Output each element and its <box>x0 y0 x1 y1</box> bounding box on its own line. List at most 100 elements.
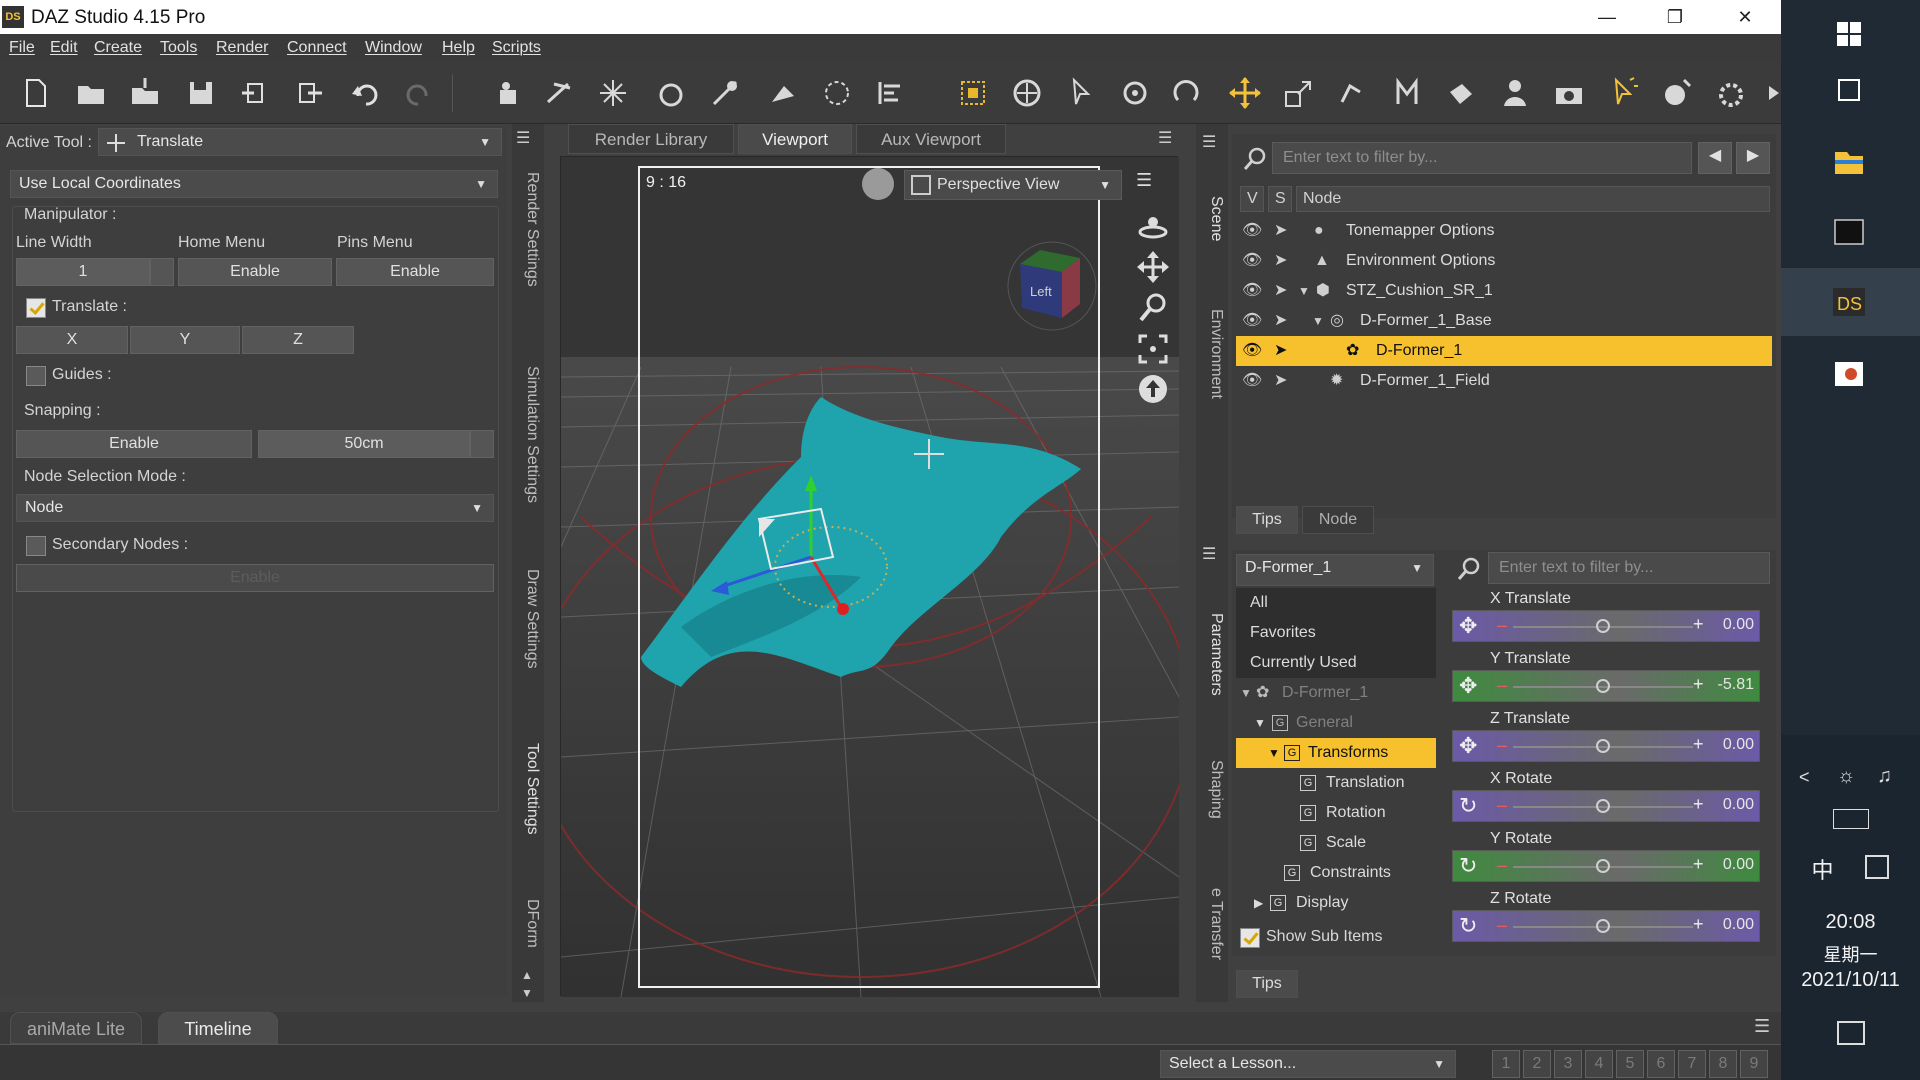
tab-parameters[interactable]: Parameters <box>1199 594 1225 714</box>
line-width-input[interactable]: 1 <box>16 258 150 286</box>
axis-x-button[interactable]: X <box>16 326 128 354</box>
orbit-tool-icon[interactable] <box>1116 74 1154 112</box>
parameter-slider[interactable]: X Rotate ↻ – +0.00 <box>1452 770 1764 830</box>
plus-icon[interactable]: + <box>1693 914 1704 935</box>
visible-eye-icon[interactable]: 👁 <box>1242 366 1262 396</box>
slider-value[interactable]: 0.00 <box>1723 916 1754 934</box>
parameter-slider[interactable]: X Translate ✥ – +0.00 <box>1452 590 1764 650</box>
menu-file[interactable]: File <box>9 39 35 57</box>
menu-tools[interactable]: Tools <box>160 39 197 57</box>
slider-track[interactable]: ✥ – + <box>1452 670 1760 702</box>
menu-edit[interactable]: Edit <box>50 39 78 57</box>
slider-knob[interactable] <box>1596 799 1610 813</box>
tab-render-library[interactable]: Render Library <box>568 124 734 154</box>
parameter-slider[interactable]: Z Translate ✥ – +0.00 <box>1452 710 1764 770</box>
select-arrow-icon[interactable]: ➤ <box>1274 276 1287 306</box>
coordinate-mode-select[interactable]: Use Local Coordinates ▼ <box>10 170 498 198</box>
snapping-stepper[interactable] <box>470 430 494 458</box>
draw-style-icon[interactable] <box>862 168 894 200</box>
align-icon[interactable] <box>872 74 910 112</box>
network-icon[interactable]: ☼ <box>1837 765 1855 788</box>
select-arrow-icon[interactable]: ➤ <box>1274 246 1287 276</box>
snapping-enable-button[interactable]: Enable <box>16 430 252 458</box>
slider-value[interactable]: 0.00 <box>1723 616 1754 634</box>
active-pose-icon[interactable] <box>1332 74 1370 112</box>
visible-eye-icon[interactable]: 👁 <box>1242 336 1262 366</box>
scroll-up-icon[interactable]: ▲ <box>521 968 533 982</box>
surface-selection-icon[interactable] <box>1388 74 1426 112</box>
render-icon[interactable] <box>1712 74 1750 112</box>
axis-z-button[interactable]: Z <box>242 326 354 354</box>
tree-item-node[interactable]: ▼ ✿ D-Former_1 <box>1236 678 1436 708</box>
menu-render[interactable]: Render <box>216 39 268 57</box>
column-selectable[interactable]: S <box>1268 186 1292 212</box>
import-icon[interactable] <box>236 74 274 112</box>
tab-aux-viewport[interactable]: Aux Viewport <box>856 124 1006 154</box>
slider-value[interactable]: 0.00 <box>1723 796 1754 814</box>
plus-icon[interactable]: + <box>1693 614 1704 635</box>
show-sub-items-checkbox[interactable] <box>1240 928 1260 948</box>
chevron-left-icon[interactable]: < <box>1799 767 1810 788</box>
parameter-slider[interactable]: Z Rotate ↻ – +0.00 <box>1452 890 1764 950</box>
tab-environment[interactable]: Environment <box>1199 284 1225 424</box>
select-arrow-icon[interactable] <box>1062 74 1100 112</box>
file-explorer-button[interactable] <box>1781 128 1920 196</box>
slider-track[interactable]: ↻ – + <box>1452 850 1760 882</box>
snapping-value-input[interactable]: 50cm <box>258 430 470 458</box>
active-tool-select[interactable]: Translate ▼ <box>98 128 502 156</box>
slider-knob[interactable] <box>1596 919 1610 933</box>
column-node[interactable]: Node <box>1296 186 1770 212</box>
home-menu-enable-button[interactable]: Enable <box>178 258 332 286</box>
tree-item-rotation[interactable]: G Rotation <box>1236 798 1436 828</box>
tree-item-scale[interactable]: G Scale <box>1236 828 1436 858</box>
panel-menu-icon[interactable]: ☰ <box>1754 1016 1770 1037</box>
lesson-page-button[interactable]: 7 <box>1678 1050 1706 1078</box>
new-file-icon[interactable] <box>16 74 54 112</box>
menu-help[interactable]: Help <box>442 39 475 57</box>
surface-tool-icon[interactable] <box>1442 74 1480 112</box>
restore-button[interactable]: ❐ <box>1645 0 1705 34</box>
minus-icon[interactable]: – <box>1497 915 1507 936</box>
select-arrow-icon[interactable]: ➤ <box>1274 216 1287 246</box>
clock-time[interactable]: 20:08 <box>1781 911 1920 934</box>
slider-track[interactable]: ↻ – + <box>1452 910 1760 942</box>
tree-item-currently-used[interactable]: Currently Used <box>1236 648 1436 678</box>
light-icon[interactable] <box>1604 74 1642 112</box>
lesson-page-button[interactable]: 3 <box>1554 1050 1582 1078</box>
minimize-button[interactable]: — <box>1577 0 1637 34</box>
visible-eye-icon[interactable]: 👁 <box>1242 216 1262 246</box>
keyboard-icon[interactable] <box>1833 809 1869 829</box>
volume-icon[interactable]: ♫ <box>1877 765 1892 788</box>
axis-y-button[interactable]: Y <box>130 326 240 354</box>
translate-tool-icon[interactable] <box>1226 74 1264 112</box>
lesson-page-button[interactable]: 5 <box>1616 1050 1644 1078</box>
slider-knob[interactable] <box>1596 619 1610 633</box>
universal-tool-icon[interactable] <box>1008 74 1046 112</box>
menu-connect[interactable]: Connect <box>287 39 347 57</box>
toolbar-overflow-icon[interactable] <box>1756 74 1779 112</box>
column-visible[interactable]: V <box>1240 186 1264 212</box>
scene-node-row-selected[interactable]: 👁 ➤ ✿ D-Former_1 <box>1236 336 1772 366</box>
pose-tool-icon[interactable] <box>540 74 578 112</box>
menu-window[interactable]: Window <box>365 39 422 57</box>
joint-editor-icon[interactable] <box>652 74 690 112</box>
tab-simulation-settings[interactable]: Simulation Settings <box>515 334 541 534</box>
pan-camera-icon[interactable] <box>1136 250 1170 284</box>
orbit-camera-icon[interactable] <box>1136 210 1170 244</box>
tree-item-favorites[interactable]: Favorites <box>1236 618 1436 648</box>
plus-icon[interactable]: + <box>1693 674 1704 695</box>
plus-icon[interactable]: + <box>1693 734 1704 755</box>
tab-render-settings[interactable]: Render Settings <box>515 154 541 304</box>
minus-icon[interactable]: – <box>1497 795 1507 816</box>
slider-value[interactable]: 0.00 <box>1723 856 1754 874</box>
notifications-icon[interactable] <box>1837 1021 1865 1045</box>
minus-icon[interactable]: – <box>1497 675 1507 696</box>
scroll-down-icon[interactable]: ▼ <box>521 986 533 1000</box>
undo-icon[interactable] <box>346 74 384 112</box>
expand-arrow-icon[interactable]: ▼ <box>1312 306 1324 336</box>
spot-render-icon[interactable] <box>594 74 632 112</box>
parameters-filter-input[interactable]: Enter text to filter by... <box>1488 552 1770 584</box>
scene-node-row[interactable]: 👁 ➤ ▼ ⬢ STZ_Cushion_SR_1 <box>1236 276 1772 306</box>
close-button[interactable]: ✕ <box>1715 0 1775 34</box>
translate-checkbox[interactable] <box>26 298 46 318</box>
